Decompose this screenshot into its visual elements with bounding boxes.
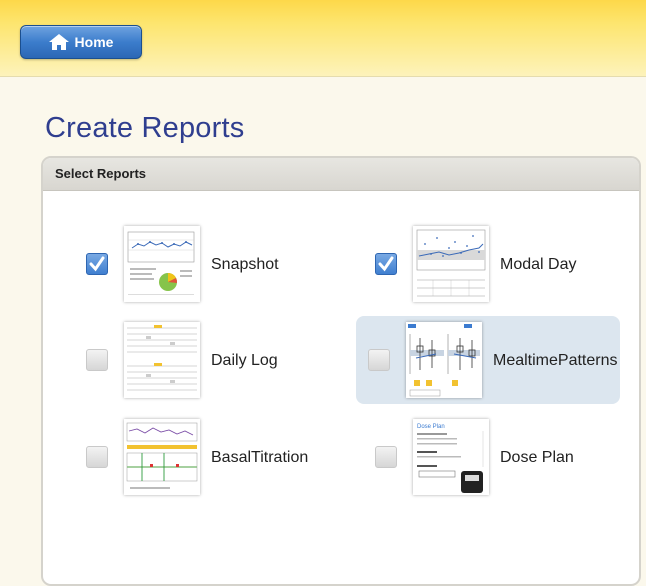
daily-log-label: Daily Log [211, 351, 278, 369]
mealtime-patterns-checkbox[interactable] [368, 349, 390, 371]
modal-day-checkbox[interactable] [375, 253, 397, 275]
checkmark-icon [378, 256, 394, 272]
select-reports-panel: Select Reports Snapshot Modal Day Daily … [41, 156, 641, 586]
page-title: Create Reports [45, 112, 245, 144]
panel-heading: Select Reports [43, 158, 639, 191]
mealtime-patterns-thumbnail [406, 322, 482, 398]
report-option-mealtime-patterns[interactable]: Mealtime Patterns [356, 316, 620, 404]
report-option-modal-day[interactable]: Modal Day [340, 220, 604, 308]
report-option-basal-titration[interactable]: Basal Titration [51, 413, 315, 501]
report-option-dose-plan[interactable]: Dose Plan Dose Plan [340, 413, 604, 501]
report-option-snapshot[interactable]: Snapshot [51, 220, 315, 308]
home-button[interactable]: Home [20, 25, 142, 59]
modal-day-thumbnail [413, 226, 489, 302]
top-bar: Home [0, 0, 646, 77]
modal-day-label: Modal Day [500, 255, 577, 273]
dose-plan-thumbnail: Dose Plan [413, 419, 489, 495]
checkmark-icon [89, 256, 105, 272]
basal-titration-checkbox[interactable] [86, 446, 108, 468]
home-button-label: Home [74, 34, 114, 50]
home-icon [48, 34, 69, 50]
dose-plan-checkbox[interactable] [375, 446, 397, 468]
snapshot-label: Snapshot [211, 255, 279, 273]
dose-plan-label: Dose Plan [500, 448, 574, 466]
mealtime-patterns-label: Mealtime Patterns [493, 351, 618, 369]
report-option-daily-log[interactable]: Daily Log [51, 316, 315, 404]
basal-titration-label: Basal Titration [211, 448, 309, 466]
dose-plan-thumbnail-title: Dose Plan [417, 424, 445, 430]
basal-titration-thumbnail [124, 419, 200, 495]
snapshot-checkbox[interactable] [86, 253, 108, 275]
daily-log-thumbnail [124, 322, 200, 398]
daily-log-checkbox[interactable] [86, 349, 108, 371]
snapshot-thumbnail [124, 226, 200, 302]
